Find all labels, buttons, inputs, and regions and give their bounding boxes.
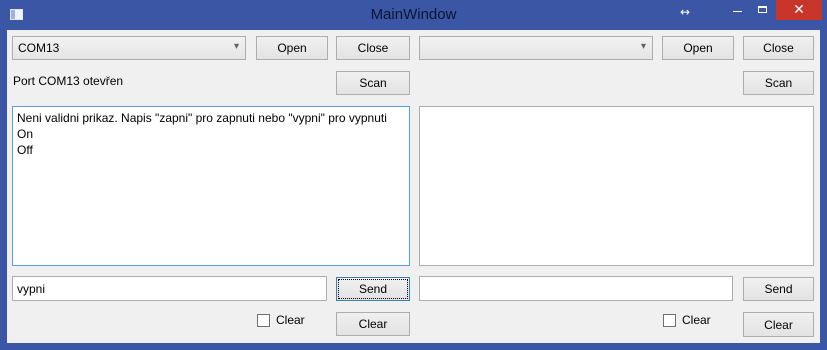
right-clear-button[interactable]: Clear xyxy=(743,312,814,337)
right-clear-checkbox-label: Clear xyxy=(682,313,711,327)
left-log-textbox[interactable]: Neni validni prikaz. Napis "zapni" pro z… xyxy=(12,106,410,266)
close-window-button[interactable]: ✕ xyxy=(776,0,822,20)
right-command-input[interactable] xyxy=(419,276,733,301)
right-scan-button[interactable]: Scan xyxy=(743,71,814,95)
left-port-selected: COM13 xyxy=(18,41,60,55)
maximize-icon xyxy=(758,6,767,13)
right-close-button[interactable]: Close xyxy=(743,36,814,60)
checkbox-box[interactable] xyxy=(663,313,676,327)
client-area: COM13 ▾ Open Close Port COM13 otevřen Sc… xyxy=(7,30,820,343)
left-close-button[interactable]: Close xyxy=(336,36,410,60)
checkbox-box[interactable] xyxy=(257,313,270,327)
window-title: MainWindow xyxy=(370,6,457,23)
left-command-value: vypni xyxy=(17,282,46,296)
right-log-textbox[interactable] xyxy=(419,106,814,266)
maximize-button[interactable] xyxy=(750,0,776,20)
left-clear-checkbox-label: Clear xyxy=(276,313,305,327)
left-send-button[interactable]: Send xyxy=(336,277,410,301)
title-bar[interactable]: MainWindow ↔ ✕ xyxy=(0,0,827,30)
chevron-down-icon: ▾ xyxy=(640,41,646,52)
left-clear-checkbox[interactable]: Clear xyxy=(257,313,305,327)
resize-arrows-icon: ↔ xyxy=(679,5,691,19)
main-window: MainWindow ↔ ✕ COM13 ▾ Open Close Port C… xyxy=(0,0,827,350)
right-clear-checkbox[interactable]: Clear xyxy=(663,313,711,327)
minimize-icon xyxy=(733,11,742,12)
left-port-combobox[interactable]: COM13 ▾ xyxy=(12,36,246,60)
right-port-combobox[interactable]: ▾ xyxy=(419,36,653,60)
log-line: Neni validni prikaz. Napis "zapni" pro z… xyxy=(17,111,387,125)
left-scan-button[interactable]: Scan xyxy=(336,71,410,95)
left-open-button[interactable]: Open xyxy=(256,36,328,60)
close-icon: ✕ xyxy=(793,2,805,18)
left-command-input[interactable]: vypni xyxy=(12,276,327,301)
right-send-button[interactable]: Send xyxy=(743,277,814,301)
left-status-label: Port COM13 otevřen xyxy=(13,74,124,88)
left-clear-button[interactable]: Clear xyxy=(336,312,410,336)
minimize-button[interactable] xyxy=(725,0,751,20)
log-line: On xyxy=(17,127,34,141)
right-open-button[interactable]: Open xyxy=(662,36,734,60)
log-line: Off xyxy=(17,143,33,157)
chevron-down-icon: ▾ xyxy=(233,41,239,52)
